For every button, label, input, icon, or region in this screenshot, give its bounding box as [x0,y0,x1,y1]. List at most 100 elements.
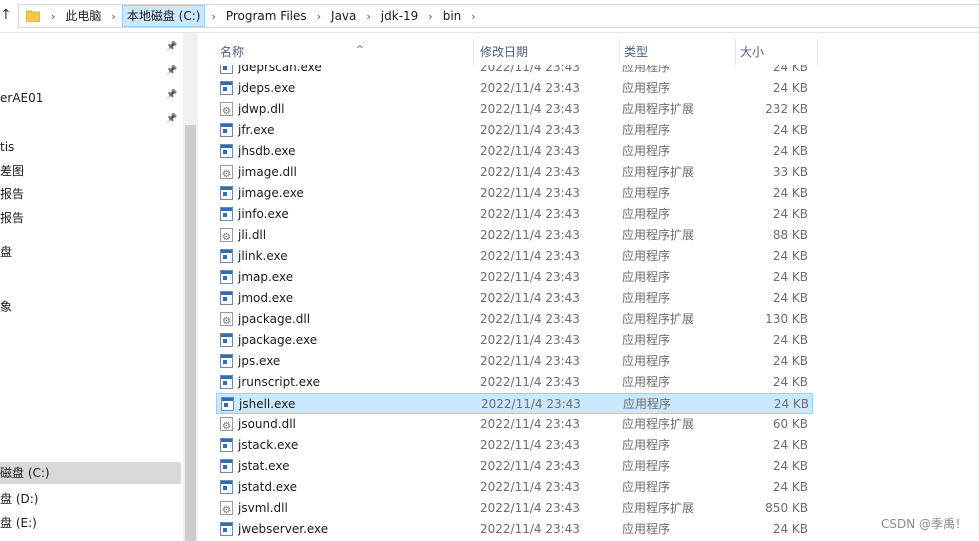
nav-item[interactable]: 盘 (D:) [0,488,38,510]
file-row[interactable]: jimage.dll 2022/11/4 23:43 应用程序扩展 33 KB [216,162,813,185]
file-size: 88 KB [772,228,808,242]
file-name: jlink.exe [238,249,288,263]
column-date[interactable]: 修改日期 [476,39,620,65]
breadcrumb-item[interactable]: Java [327,5,360,27]
file-name: jshell.exe [239,397,296,411]
file-row[interactable]: jfr.exe 2022/11/4 23:43 应用程序 24 KB [216,120,813,141]
file-row[interactable]: jrunscript.exe 2022/11/4 23:43 应用程序 24 KB [216,372,813,393]
chevron-right-icon[interactable]: › [311,10,327,23]
application-file-icon [220,270,233,284]
file-row[interactable]: jstatd.exe 2022/11/4 23:43 应用程序 24 KB [216,477,813,498]
file-date: 2022/11/4 23:43 [480,438,580,452]
file-size: 24 KB [772,81,808,95]
breadcrumb-item[interactable]: Program Files [222,5,311,27]
pin-icon: 📌 [166,114,178,124]
file-type: 应用程序 [622,207,671,221]
file-row[interactable]: jpackage.exe 2022/11/4 23:43 应用程序 24 KB [216,330,813,351]
file-row[interactable]: jsvml.dll 2022/11/4 23:43 应用程序扩展 850 KB [216,498,813,521]
breadcrumb-item[interactable]: 此电脑 [61,5,105,27]
file-date: 2022/11/4 23:43 [480,459,580,473]
breadcrumb-item[interactable]: 本地磁盘 (C:) [121,5,206,27]
file-type: 应用程序 [622,459,671,473]
file-name: jli.dll [238,228,267,242]
file-row[interactable]: jlink.exe 2022/11/4 23:43 应用程序 24 KB [216,246,813,267]
file-row[interactable]: jli.dll 2022/11/4 23:43 应用程序扩展 88 KB [216,225,813,248]
nav-item[interactable]: tis [0,136,14,158]
up-arrow-icon[interactable]: ↑ [0,7,12,23]
nav-scrollbar[interactable] [183,33,198,541]
nav-item[interactable]: 磁盘 (C:) [0,462,181,484]
file-row[interactable]: jps.exe 2022/11/4 23:43 应用程序 24 KB [216,351,813,372]
nav-scrollbar-thumb[interactable] [185,125,196,541]
file-row[interactable]: jhsdb.exe 2022/11/4 23:43 应用程序 24 KB [216,141,813,162]
file-type: 应用程序 [622,333,671,347]
file-row[interactable]: jstat.exe 2022/11/4 23:43 应用程序 24 KB [216,456,813,477]
file-date: 2022/11/4 23:43 [480,333,580,347]
file-size: 232 KB [765,102,808,116]
file-size: 850 KB [765,501,808,515]
chevron-right-icon[interactable]: › [465,10,481,23]
file-date: 2022/11/4 23:43 [480,102,580,116]
nav-item[interactable]: 盘 (E:) [0,512,37,534]
breadcrumb-item[interactable]: jdk-19 [377,5,423,27]
column-name[interactable]: ^ 名称 [216,39,474,65]
file-row[interactable]: jshell.exe 2022/11/4 23:43 应用程序 24 KB [216,393,813,414]
chevron-right-icon[interactable]: › [105,10,121,23]
breadcrumb-item[interactable]: bin [439,5,466,27]
nav-item[interactable]: 象 [0,296,12,318]
chevron-right-icon[interactable]: › [45,10,61,23]
application-file-icon [220,81,233,95]
file-size: 24 KB [772,459,808,473]
file-date: 2022/11/4 23:43 [480,207,580,221]
file-type: 应用程序 [622,144,671,158]
file-date: 2022/11/4 23:43 [480,480,580,494]
column-size[interactable]: 大小 [736,39,818,65]
chevron-right-icon[interactable]: › [205,10,221,23]
pin-icon: 📌 [166,66,178,76]
application-file-icon [220,333,233,347]
nav-item[interactable]: 盘 [0,241,12,263]
file-row[interactable]: jstack.exe 2022/11/4 23:43 应用程序 24 KB [216,435,813,456]
application-file-icon [220,144,233,158]
file-size: 24 KB [772,354,808,368]
file-date: 2022/11/4 23:43 [480,354,580,368]
file-row[interactable]: jdwp.dll 2022/11/4 23:43 应用程序扩展 232 KB [216,99,813,122]
chevron-right-icon[interactable]: › [422,10,438,23]
application-file-icon [220,207,233,221]
file-name: jstatd.exe [238,480,298,494]
column-type[interactable]: 类型 [620,39,736,65]
nav-item[interactable]: erAE01 [0,87,43,109]
file-date: 2022/11/4 23:43 [480,123,580,137]
dll-file-icon [220,164,233,185]
file-date: 2022/11/4 23:43 [480,375,580,389]
application-file-icon [220,354,233,368]
file-date: 2022/11/4 23:43 [480,501,580,515]
file-type: 应用程序 [622,186,671,200]
file-row[interactable]: jmap.exe 2022/11/4 23:43 应用程序 24 KB [216,267,813,288]
file-row[interactable]: jpackage.dll 2022/11/4 23:43 应用程序扩展 130 KB [216,309,813,332]
chevron-right-icon[interactable]: › [360,10,376,23]
nav-item[interactable]: 报告 [0,207,24,229]
file-row[interactable]: jwebserver.exe 2022/11/4 23:43 应用程序 24 KB [216,519,813,540]
file-size: 24 KB [772,522,808,536]
nav-item[interactable]: 差图 [0,160,24,182]
nav-item[interactable]: 报告 [0,183,24,205]
file-row[interactable]: jsound.dll 2022/11/4 23:43 应用程序扩展 60 KB [216,414,813,437]
file-date: 2022/11/4 23:43 [480,165,580,179]
application-file-icon [220,438,233,452]
file-row[interactable]: jimage.exe 2022/11/4 23:43 应用程序 24 KB [216,183,813,204]
file-row[interactable]: jdeps.exe 2022/11/4 23:43 应用程序 24 KB [216,78,813,99]
file-row[interactable]: jmod.exe 2022/11/4 23:43 应用程序 24 KB [216,288,813,309]
file-name: jsvml.dll [238,501,288,515]
file-row[interactable]: jinfo.exe 2022/11/4 23:43 应用程序 24 KB [216,204,813,225]
application-file-icon [220,459,233,473]
file-name: jmap.exe [238,270,294,284]
file-type: 应用程序扩展 [622,501,695,515]
file-date: 2022/11/4 23:43 [480,144,580,158]
dll-file-icon [220,101,233,122]
breadcrumb[interactable]: › 此电脑 › 本地磁盘 (C:) › Program Files › Java › jdk-19… [18,4,979,28]
file-name: jmod.exe [238,291,294,305]
file-name: jstack.exe [238,438,299,452]
file-size: 24 KB [772,249,808,263]
file-size: 24 KB [773,397,809,411]
